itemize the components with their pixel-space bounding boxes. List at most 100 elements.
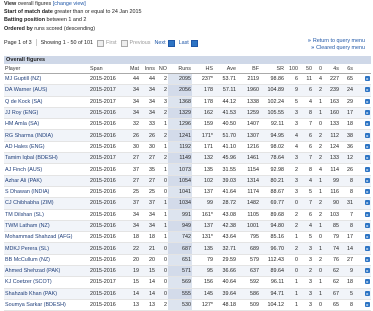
row-action-cell[interactable]: ▸ bbox=[354, 276, 371, 289]
player-link[interactable]: JJ Roy (ENG) bbox=[4, 107, 89, 120]
last-button[interactable]: Last bbox=[179, 39, 198, 47]
column-header[interactable]: 4s bbox=[323, 65, 340, 74]
row-action-cell[interactable]: ▸ bbox=[354, 118, 371, 131]
cell-bf: 1105 bbox=[237, 209, 260, 221]
player-link[interactable]: Shahzaib Khan (PAK) bbox=[4, 288, 89, 300]
profile-icon[interactable]: ▸ bbox=[365, 302, 370, 308]
row-action-cell[interactable]: ▸ bbox=[354, 220, 371, 233]
profile-icon[interactable]: ▸ bbox=[365, 166, 370, 172]
profile-icon[interactable]: ▸ bbox=[365, 155, 370, 161]
player-link[interactable]: DA Warner (AUS) bbox=[4, 84, 89, 97]
column-header[interactable]: Inns bbox=[140, 65, 156, 74]
column-header[interactable]: Mat bbox=[125, 65, 140, 74]
profile-icon[interactable]: ▸ bbox=[365, 143, 370, 149]
player-link[interactable]: TWM Latham (NZ) bbox=[4, 220, 89, 233]
row-action-cell[interactable]: ▸ bbox=[354, 209, 371, 221]
cell-4s: 90 bbox=[323, 197, 340, 210]
profile-icon[interactable]: ▸ bbox=[365, 279, 370, 285]
row-action-cell[interactable]: ▸ bbox=[354, 107, 371, 120]
profile-icon[interactable]: ▸ bbox=[365, 290, 370, 296]
player-link[interactable]: AD Hales (ENG) bbox=[4, 141, 89, 154]
change-view-link[interactable]: [change view] bbox=[53, 1, 86, 7]
player-link[interactable]: Mohammad Shahzad (AFG) bbox=[4, 231, 89, 244]
cell-runs: 1192 bbox=[168, 141, 192, 154]
cell-sr: 88.67 bbox=[260, 186, 285, 199]
row-action-cell[interactable]: ▸ bbox=[354, 242, 371, 255]
profile-icon[interactable]: ▸ bbox=[365, 189, 370, 195]
profile-icon[interactable]: ▸ bbox=[365, 98, 370, 104]
player-link[interactable]: Ahmed Shehzad (PAK) bbox=[4, 265, 89, 278]
cell-bf: 1482 bbox=[237, 197, 260, 210]
profile-icon[interactable]: ▸ bbox=[365, 132, 370, 138]
profile-icon[interactable]: ▸ bbox=[365, 200, 370, 206]
row-action-cell[interactable]: ▸ bbox=[354, 141, 371, 154]
player-link[interactable]: TM Dilshan (SL) bbox=[4, 209, 89, 221]
column-header[interactable]: Runs bbox=[168, 65, 192, 74]
cell-0: 1 bbox=[313, 242, 323, 255]
cell-100: 3 bbox=[285, 186, 299, 199]
column-header[interactable]: 50 bbox=[299, 65, 313, 74]
column-header[interactable]: SR bbox=[260, 65, 285, 74]
player-link[interactable]: BB McCullum (NZ) bbox=[4, 254, 89, 267]
player-link[interactable]: RG Sharma (INDIA) bbox=[4, 129, 89, 142]
player-link[interactable]: MJ Guptill (NZ) bbox=[4, 73, 89, 86]
row-action-cell[interactable]: ▸ bbox=[354, 163, 371, 176]
column-header[interactable]: 6s bbox=[340, 65, 354, 74]
profile-icon[interactable]: ▸ bbox=[365, 110, 370, 116]
player-link[interactable]: AJ Finch (AUS) bbox=[4, 163, 89, 176]
cell-ave: 28.72 bbox=[214, 197, 237, 210]
row-action-cell[interactable]: ▸ bbox=[354, 175, 371, 187]
row-action-cell[interactable]: ▸ bbox=[354, 84, 371, 97]
column-header[interactable]: HS bbox=[192, 65, 214, 74]
row-action-cell[interactable]: ▸ bbox=[354, 152, 371, 165]
player-link[interactable]: CJ Chibhabha (ZIM) bbox=[4, 197, 89, 210]
row-action-cell[interactable]: ▸ bbox=[354, 299, 371, 311]
row-action-cell[interactable]: ▸ bbox=[354, 288, 371, 300]
cell-mat: 44 bbox=[125, 73, 140, 86]
column-header[interactable]: NO bbox=[156, 65, 168, 74]
column-header[interactable]: Player bbox=[4, 65, 89, 74]
row-action-cell[interactable]: ▸ bbox=[354, 231, 371, 244]
column-header[interactable]: 0 bbox=[313, 65, 323, 74]
previous-button[interactable]: Previous bbox=[120, 39, 151, 47]
column-header[interactable]: Ave bbox=[214, 65, 237, 74]
row-action-cell[interactable]: ▸ bbox=[354, 186, 371, 199]
profile-icon[interactable]: ▸ bbox=[365, 87, 370, 93]
profile-icon[interactable]: ▸ bbox=[365, 268, 370, 274]
cell-runs: 555 bbox=[168, 288, 192, 300]
player-link[interactable]: KJ Coetzer (SCOT) bbox=[4, 276, 89, 289]
next-button[interactable]: Next bbox=[155, 39, 175, 47]
return-to-query-menu-link[interactable]: Return to query menu bbox=[313, 38, 365, 44]
profile-icon[interactable]: ▸ bbox=[365, 256, 370, 262]
profile-icon[interactable]: ▸ bbox=[365, 245, 370, 251]
profile-icon[interactable]: ▸ bbox=[365, 177, 370, 183]
cell-runs: 687 bbox=[168, 242, 192, 255]
row-action-cell[interactable]: ▸ bbox=[354, 73, 371, 86]
row-action-cell[interactable]: ▸ bbox=[354, 197, 371, 210]
player-link[interactable]: Tamim Iqbal (BDESH) bbox=[4, 152, 89, 165]
row-action-cell[interactable]: ▸ bbox=[354, 265, 371, 278]
player-link[interactable]: S Dhawan (INDIA) bbox=[4, 186, 89, 199]
profile-icon[interactable]: ▸ bbox=[365, 234, 370, 240]
cell-hs: 131* bbox=[192, 231, 214, 244]
profile-icon[interactable]: ▸ bbox=[365, 121, 370, 127]
row-action-cell[interactable]: ▸ bbox=[354, 129, 371, 142]
cleared-query-menu-link[interactable]: Cleared query menu bbox=[316, 45, 365, 51]
column-header[interactable]: Span bbox=[89, 65, 125, 74]
player-link[interactable]: HM Amla (SA) bbox=[4, 118, 89, 131]
first-button[interactable]: First bbox=[97, 39, 117, 47]
player-link[interactable]: Q de Kock (SA) bbox=[4, 96, 89, 108]
player-link[interactable]: Azhar Ali (PAK) bbox=[4, 175, 89, 187]
cell-no: 0 bbox=[156, 242, 168, 255]
row-action-cell[interactable]: ▸ bbox=[354, 254, 371, 267]
column-header[interactable]: 100 bbox=[285, 65, 299, 74]
profile-icon[interactable]: ▸ bbox=[365, 223, 370, 228]
profile-icon[interactable]: ▸ bbox=[365, 76, 370, 82]
row-action-cell[interactable]: ▸ bbox=[354, 96, 371, 108]
profile-icon[interactable]: ▸ bbox=[365, 211, 370, 217]
column-header[interactable]: BF bbox=[237, 65, 260, 74]
player-link[interactable]: MDKJ Perera (SL) bbox=[4, 242, 89, 255]
cell-0: 1 bbox=[313, 186, 323, 199]
player-link[interactable]: Soumya Sarkar (BDESH) bbox=[4, 299, 89, 311]
cell-ave: 40.64 bbox=[214, 276, 237, 289]
